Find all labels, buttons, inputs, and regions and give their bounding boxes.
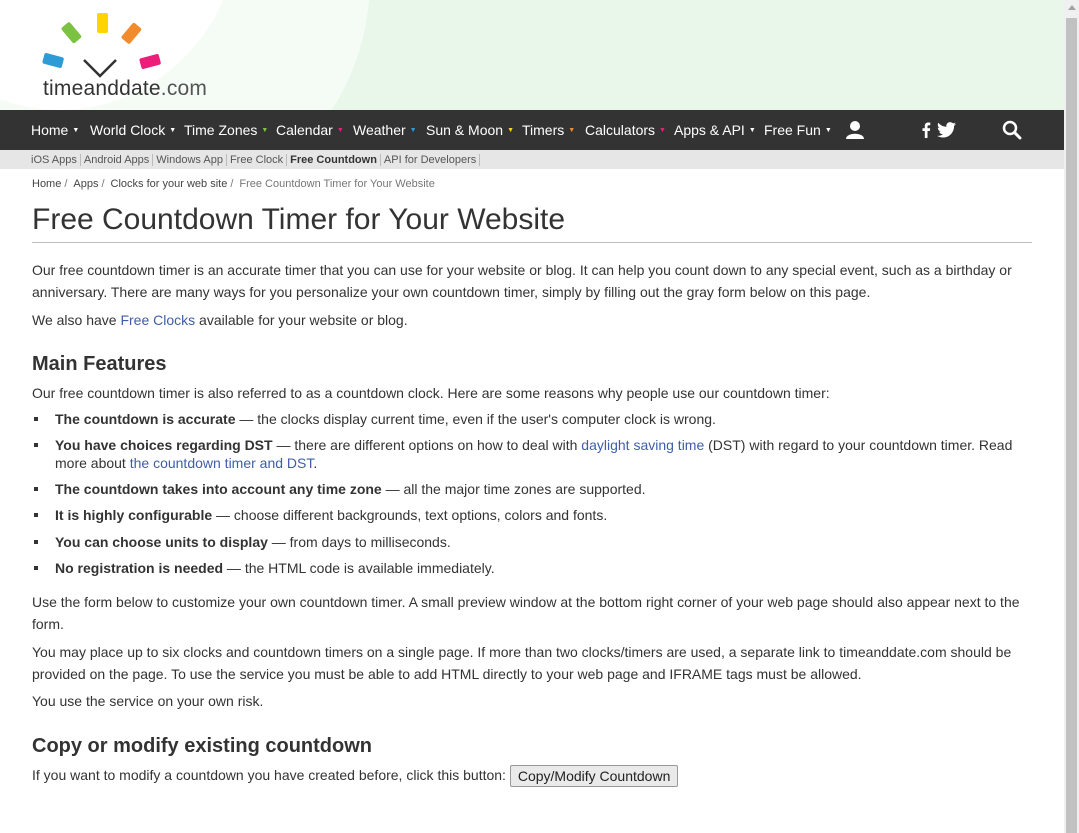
breadcrumb-clocks[interactable]: Clocks for your web site: [111, 178, 228, 190]
list-item: It is highly configurable — choose diffe…: [34, 506, 1032, 524]
logo-name: timeanddate: [43, 77, 161, 100]
nav-item-sun-moon[interactable]: Sun & Moon ▼: [426, 110, 514, 150]
nav-label: Weather: [353, 122, 406, 138]
list-item: The countdown takes into account any tim…: [34, 480, 1032, 498]
breadcrumb-separator: /: [101, 178, 105, 190]
nav-label: Timers: [522, 122, 565, 138]
intro-paragraph: Our free countdown timer is an accurate …: [32, 262, 1012, 300]
six-clocks-paragraph: You may place up to six clocks and count…: [32, 644, 1012, 682]
caret-down-icon: ▼: [659, 127, 666, 135]
feature-text: — there are different options on how to …: [272, 437, 582, 453]
features-list: The countdown is accurate — the clocks d…: [32, 410, 1032, 577]
nav-label: World Clock: [90, 122, 166, 138]
feature-text: — all the major time zones are supported…: [381, 481, 646, 497]
free-clocks-link[interactable]: Free Clocks: [120, 312, 195, 328]
caret-down-icon: ▼: [72, 127, 80, 135]
caret-down-icon: ▼: [748, 127, 756, 135]
user-icon[interactable]: [845, 110, 865, 150]
nav-label: Time Zones: [184, 122, 258, 138]
subnav-item-windows-app[interactable]: Windows App: [156, 153, 227, 166]
page-title: Free Countdown Timer for Your Website: [32, 200, 1032, 243]
free-clocks-paragraph: We also have Free Clocks available for y…: [32, 309, 1032, 331]
nav-label: Calculators: [585, 122, 656, 138]
clock-logo-icon: [42, 13, 161, 78]
breadcrumb-home[interactable]: Home: [32, 178, 61, 190]
breadcrumb-separator: /: [64, 178, 68, 190]
search-icon[interactable]: [1002, 110, 1022, 150]
facebook-icon[interactable]: [921, 110, 931, 150]
twitter-icon[interactable]: [937, 110, 956, 150]
risk-paragraph: You use the service on your own risk.: [32, 693, 264, 709]
subnav-item-android-apps[interactable]: Android Apps: [84, 153, 154, 166]
feature-text: — the clocks display current time, even …: [235, 411, 716, 427]
copy-modify-countdown-button[interactable]: Copy/Modify Countdown: [509, 765, 679, 788]
features-intro: Our free countdown timer is also referre…: [32, 385, 830, 401]
nav-item-weather[interactable]: Weather ▼: [353, 110, 417, 150]
countdown-dst-link[interactable]: the countdown timer and DST: [130, 455, 314, 471]
features-heading: Main Features: [32, 353, 167, 375]
sub-nav: iOS Apps Android Apps Windows App Free C…: [0, 150, 1064, 169]
main-nav: Home ▼ World Clock ▼ Time Zones ▼ Calendar ▼…: [0, 110, 1064, 150]
caret-down-icon: ▼: [336, 127, 344, 135]
nav-item-world-clock[interactable]: World Clock ▼: [90, 110, 176, 150]
vertical-scrollbar[interactable]: [1064, 0, 1079, 833]
feature-title: You have choices regarding DST: [55, 437, 273, 453]
breadcrumb-current: Free Countdown Timer for Your Website: [239, 178, 435, 190]
nav-item-free-fun[interactable]: Free Fun ▼: [764, 110, 832, 150]
nav-item-timers[interactable]: Timers ▼: [522, 110, 575, 150]
breadcrumb-separator: /: [230, 178, 234, 190]
caret-down-icon: ▼: [169, 127, 177, 135]
breadcrumb: Home / Apps / Clocks for your web site / Fr…: [32, 178, 435, 190]
feature-title: You can choose units to display: [55, 534, 268, 550]
nav-item-apps-api[interactable]: Apps & API ▼: [674, 110, 756, 150]
nav-item-home[interactable]: Home ▼: [31, 110, 79, 150]
nav-label: Free Fun: [764, 122, 821, 138]
caret-down-icon: ▼: [507, 127, 514, 135]
text: available for your website or blog.: [195, 312, 408, 328]
caret-down-icon: ▼: [568, 127, 576, 135]
nav-label: Sun & Moon: [426, 122, 504, 138]
breadcrumb-apps[interactable]: Apps: [73, 178, 98, 190]
scrollbar-thumb[interactable]: [1066, 18, 1077, 833]
caret-down-icon: ▼: [409, 127, 417, 135]
nav-item-time-zones[interactable]: Time Zones ▼: [184, 110, 268, 150]
feature-text: .: [313, 455, 318, 471]
list-item: You have choices regarding DST — there a…: [34, 436, 1032, 472]
subnav-item-ios-apps[interactable]: iOS Apps: [31, 153, 81, 166]
nav-label: Calendar: [276, 122, 333, 138]
feature-title: It is highly configurable: [55, 507, 213, 523]
nav-label: Apps & API: [674, 122, 745, 138]
feature-text: — from days to milliseconds.: [267, 534, 451, 550]
text: We also have: [32, 312, 121, 328]
scroll-up-icon[interactable]: [1064, 0, 1079, 15]
site-header: timeanddate.com: [0, 0, 1064, 110]
subnav-item-free-countdown[interactable]: Free Countdown: [290, 153, 381, 166]
logo-wordmark[interactable]: timeanddate.com: [43, 77, 207, 101]
caret-down-icon: ▼: [824, 127, 832, 135]
subnav-item-api-for-developers[interactable]: API for Developers: [384, 153, 481, 166]
feature-title: The countdown takes into account any tim…: [55, 481, 382, 497]
feature-text: — the HTML code is available immediately…: [223, 560, 495, 576]
nav-label: Home: [31, 122, 69, 138]
feature-title: No registration is needed: [55, 560, 224, 576]
nav-item-calculators[interactable]: Calculators ▼: [585, 110, 666, 150]
copy-text: If you want to modify a countdown you ha…: [32, 767, 510, 783]
subnav-item-free-clock[interactable]: Free Clock: [230, 153, 288, 166]
copy-paragraph: If you want to modify a countdown you ha…: [32, 764, 1032, 788]
nav-item-calendar[interactable]: Calendar ▼: [276, 110, 344, 150]
feature-title: The countdown is accurate: [55, 411, 236, 427]
daylight-saving-time-link[interactable]: daylight saving time: [581, 437, 704, 453]
list-item: The countdown is accurate — the clocks d…: [34, 410, 1032, 428]
feature-text: — choose different backgrounds, text opt…: [212, 507, 608, 523]
copy-heading: Copy or modify existing countdown: [32, 735, 372, 757]
caret-down-icon: ▼: [261, 127, 269, 135]
main-content: Free Countdown Timer for Your Website Ou…: [32, 200, 1032, 788]
form-paragraph: Use the form below to customize your own…: [32, 594, 1020, 632]
list-item: You can choose units to display — from d…: [34, 533, 1032, 551]
list-item: No registration is needed — the HTML cod…: [34, 559, 1032, 577]
logo-tld: .com: [160, 77, 208, 100]
